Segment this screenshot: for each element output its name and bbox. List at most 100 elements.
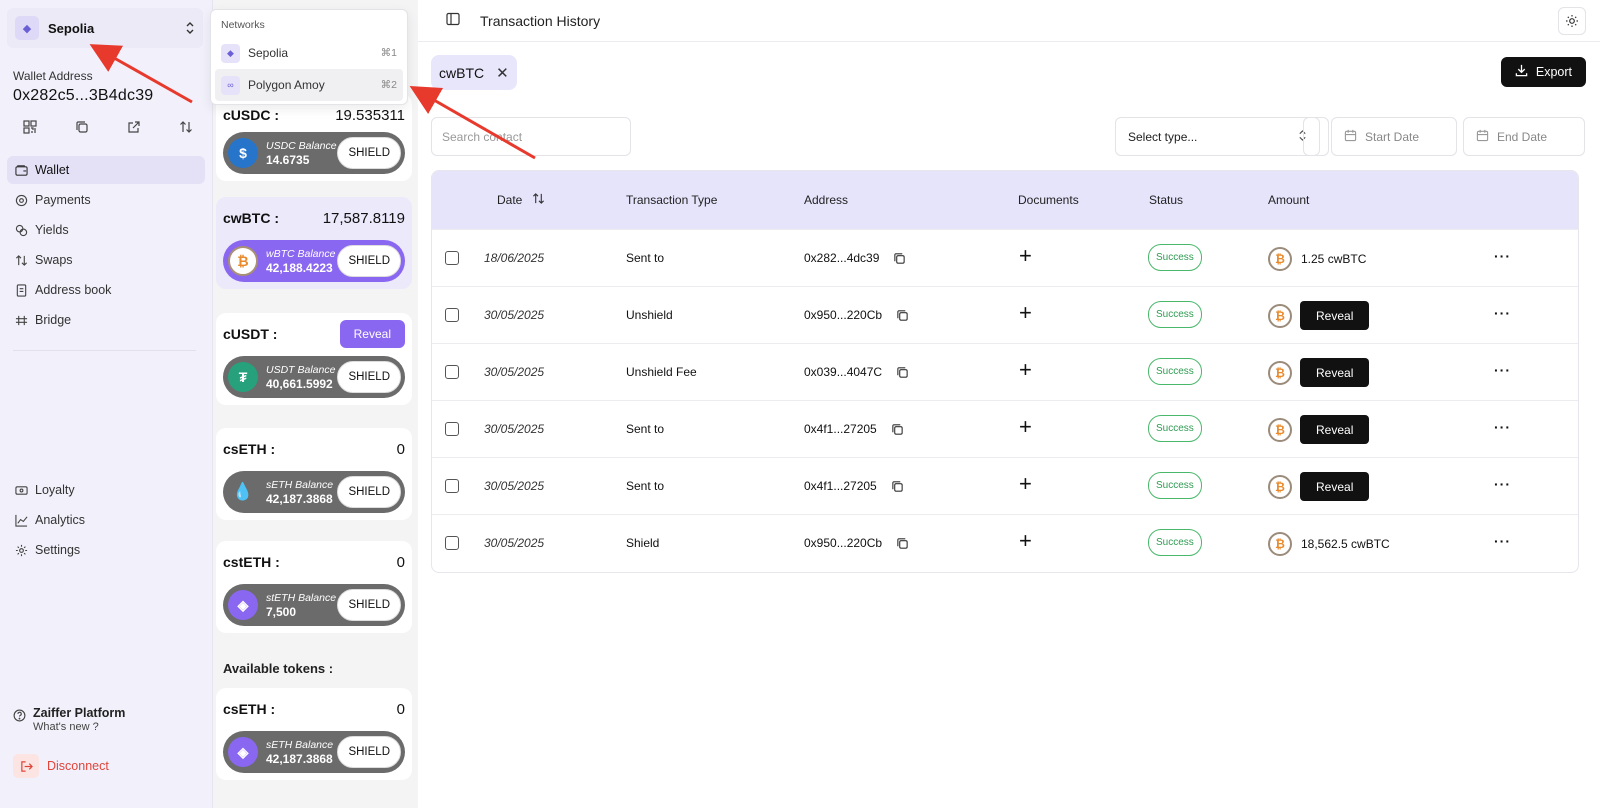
token-amount: 17,587.8119 [322,209,405,227]
transfer-arrows-icon[interactable] [177,118,195,136]
qr-code-icon[interactable] [21,118,39,136]
nav-item-bridge[interactable]: Bridge [7,306,205,334]
table-row[interactable]: 18/06/2025 Sent to 0x282...4dc39 + Succe… [432,229,1578,286]
row-checkbox[interactable] [445,479,459,493]
token-card-cusdt[interactable]: cUSDT : Reveal ₮ USDT Balance 40,661.5992 … [216,313,412,405]
nav-label: Analytics [35,513,86,527]
row-checkbox[interactable] [445,365,459,379]
network-dropdown: Networks ◆ Sepolia ⌘1 ∞ Polygon Amoy ⌘2 [210,9,408,105]
token-card-cseth-available[interactable]: csETH : 0 ◈ sETH Balance 42,187.3868 SHIEL… [216,688,412,780]
reveal-button[interactable]: Reveal [339,320,405,348]
export-button[interactable]: Export [1500,57,1586,87]
add-document-icon[interactable]: + [1019,359,1032,381]
sort-icon[interactable] [532,192,545,208]
shield-button[interactable]: SHIELD [337,361,401,393]
reveal-button[interactable]: Reveal [1300,415,1370,444]
row-checkbox[interactable] [445,536,459,550]
copy-icon[interactable] [893,252,906,265]
nav-item-yields[interactable]: Yields [7,216,205,244]
bitcoin-icon: ₿ [1268,246,1292,271]
end-date-picker[interactable]: End Date [1463,117,1585,156]
token-card-csteth[interactable]: cstETH : 0 ◈ stETH Balance 7,500 SHIELD [216,541,412,633]
filter-chip[interactable]: cwBTC ✕ [431,55,517,90]
sun-icon [1566,15,1578,27]
reveal-button[interactable]: Reveal [1300,472,1370,501]
row-menu-icon[interactable]: ··· [1494,362,1511,378]
add-document-icon[interactable]: + [1019,245,1032,267]
nav-item-swaps[interactable]: Swaps [7,246,205,274]
token-symbol: cwBTC : [223,210,279,226]
add-document-icon[interactable]: + [1019,473,1032,495]
row-type: Sent to [626,479,665,493]
balance-value: 7,500 [266,605,297,619]
token-symbol: cstETH : [223,554,280,570]
network-selector[interactable]: ◆ Sepolia [7,8,203,48]
row-checkbox[interactable] [445,422,459,436]
row-type: Unshield Fee [626,365,697,379]
copy-icon[interactable] [896,366,909,379]
shield-button[interactable]: SHIELD [337,736,401,768]
table-row[interactable]: 30/05/2025 Sent to 0x4f1...27205 + Succe… [432,457,1578,514]
token-card-cseth[interactable]: csETH : 0 💧 sETH Balance 42,187.3868 SHIEL… [216,428,412,520]
row-menu-icon[interactable]: ··· [1494,248,1511,264]
reveal-button[interactable]: Reveal [1300,358,1370,387]
whats-new-link[interactable]: What's new ? [33,721,125,733]
search-input[interactable]: Search contact [431,117,631,156]
reveal-button[interactable]: Reveal [1300,301,1370,330]
end-date-placeholder: End Date [1497,129,1548,144]
nav-item-payments[interactable]: Payments [7,186,205,214]
row-menu-icon[interactable]: ··· [1494,419,1511,435]
external-link-icon[interactable] [125,118,143,136]
nav-item-loyalty[interactable]: Loyalty [7,476,205,504]
type-select[interactable]: Select type... [1115,117,1320,156]
column-header-date[interactable]: Date [497,192,545,208]
shield-button[interactable]: SHIELD [337,476,401,508]
table-row[interactable]: 30/05/2025 Shield 0x950...220Cb + Succes… [432,514,1578,571]
ethereum-icon: ◆ [15,16,39,40]
shield-button[interactable]: SHIELD [337,137,401,169]
copy-icon[interactable] [73,118,91,136]
table-row[interactable]: 30/05/2025 Sent to 0x4f1...27205 + Succe… [432,400,1578,457]
balance-pill: ◈ stETH Balance 7,500 SHIELD [223,584,405,626]
platform-info[interactable]: Zaiffer Platform What's new ? [13,706,125,733]
theme-toggle-button[interactable] [1558,7,1586,35]
download-icon [1515,64,1528,80]
nav-divider [13,350,196,351]
network-option-polygon-amoy[interactable]: ∞ Polygon Amoy ⌘2 [215,69,403,101]
help-icon [13,709,26,725]
row-checkbox[interactable] [445,308,459,322]
network-option-sepolia[interactable]: ◆ Sepolia ⌘1 [215,37,403,69]
token-card-cwbtc[interactable]: cwBTC : 17,587.8119 ₿ wBTC Balance 42,188.… [216,197,412,289]
token-card-cusdc[interactable]: cUSDC : 19.535311 $ USDC Balance 14.6735 S… [216,94,412,181]
row-date: 18/06/2025 [484,251,545,265]
row-menu-icon[interactable]: ··· [1494,476,1511,492]
row-menu-icon[interactable]: ··· [1494,305,1511,321]
row-checkbox[interactable] [445,251,459,265]
nav-item-address-book[interactable]: Address book [7,276,205,304]
nav-item-wallet[interactable]: Wallet [7,156,205,184]
analytics-icon [14,513,28,527]
disconnect-button[interactable]: Disconnect [13,754,109,778]
copy-icon[interactable] [891,423,904,436]
nav-item-analytics[interactable]: Analytics [7,506,205,534]
balance-value: 42,187.3868 [266,752,333,766]
add-document-icon[interactable]: + [1019,302,1032,324]
nav-item-settings[interactable]: Settings [7,536,205,564]
table-row[interactable]: 30/05/2025 Unshield 0x950...220Cb + Succ… [432,286,1578,343]
table-row[interactable]: 30/05/2025 Unshield Fee 0x039...4047C + … [432,343,1578,400]
nav-label: Bridge [35,313,72,327]
transactions-table: Date Transaction Type Address Documents … [431,170,1579,573]
copy-icon[interactable] [896,537,909,550]
usdc-logo-icon: $ [228,138,258,168]
bitcoin-icon: ₿ [1268,474,1292,499]
add-document-icon[interactable]: + [1019,416,1032,438]
shield-button[interactable]: SHIELD [337,589,401,621]
shield-button[interactable]: SHIELD [337,245,401,277]
row-menu-icon[interactable]: ··· [1494,533,1511,549]
add-document-icon[interactable]: + [1019,530,1032,552]
copy-icon[interactable] [891,480,904,493]
close-icon[interactable]: ✕ [496,64,509,82]
start-date-picker[interactable]: Start Date [1331,117,1457,156]
sidebar-toggle-icon[interactable] [446,12,460,29]
copy-icon[interactable] [896,309,909,322]
